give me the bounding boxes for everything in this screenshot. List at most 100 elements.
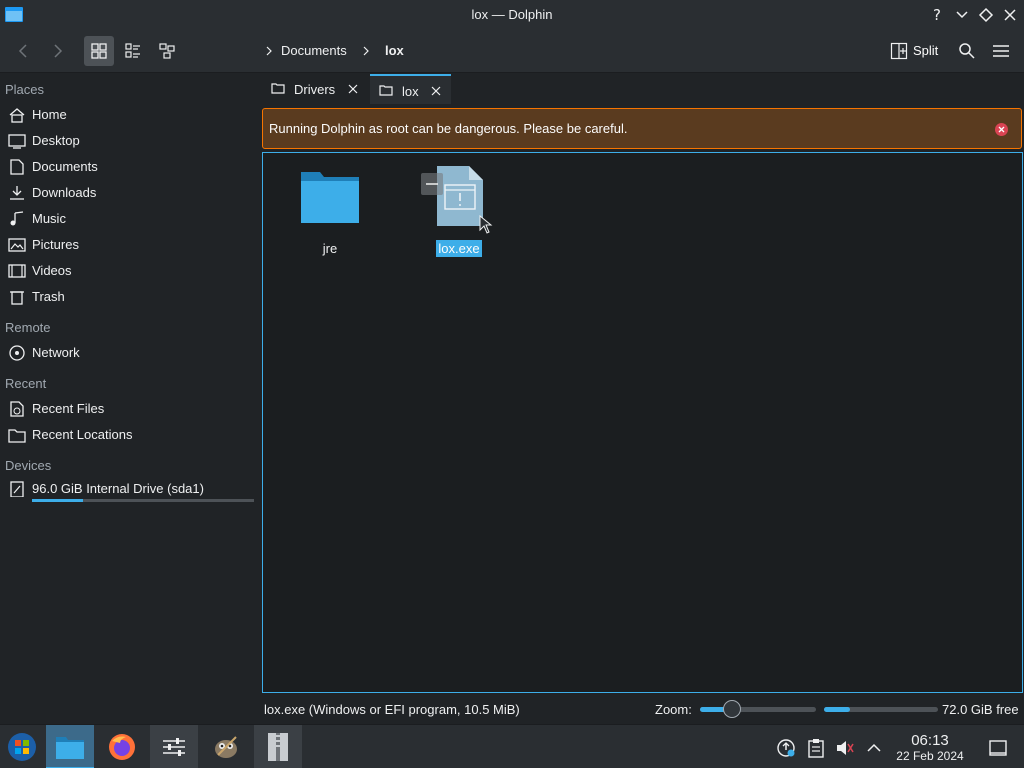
search-button[interactable] xyxy=(952,36,982,66)
pictures-icon xyxy=(8,238,26,252)
task-archiver[interactable] xyxy=(254,725,302,768)
sidebar-item-label: Network xyxy=(32,345,80,360)
root-warning-banner: Running Dolphin as root can be dangerous… xyxy=(262,108,1022,149)
menu-button[interactable] xyxy=(986,36,1016,66)
toolbar: Documents lox Split xyxy=(0,30,1024,73)
disk-space-bar[interactable] xyxy=(824,707,938,712)
start-menu-icon xyxy=(8,733,36,761)
drive-icon xyxy=(10,481,24,497)
search-icon xyxy=(959,43,975,59)
sidebar-item-label: Music xyxy=(32,211,66,226)
selection-info: lox.exe (Windows or EFI program, 10.5 Mi… xyxy=(264,702,520,717)
file-item-jre[interactable]: jre xyxy=(290,163,370,263)
compact-view-button[interactable] xyxy=(118,36,148,66)
sidebar-item-network[interactable]: Network xyxy=(0,340,258,366)
taskbar: 06:13 22 Feb 2024 xyxy=(0,724,1024,768)
gimp-icon xyxy=(215,736,237,758)
compact-view-icon xyxy=(125,43,140,58)
zoom-slider[interactable] xyxy=(700,707,816,712)
network-icon xyxy=(9,345,25,361)
volume-muted-icon[interactable] xyxy=(835,738,855,758)
sidebar-item-trash[interactable]: Trash xyxy=(0,284,258,310)
documents-icon xyxy=(10,159,24,175)
zoom-slider-handle[interactable] xyxy=(723,700,741,718)
sidebar-item-desktop[interactable]: Desktop xyxy=(0,128,258,154)
tab-label: Drivers xyxy=(294,82,336,97)
icons-view-button[interactable] xyxy=(84,36,114,66)
drive-usage-bar xyxy=(32,499,254,502)
status-bar: lox.exe (Windows or EFI program, 10.5 Mi… xyxy=(262,696,1024,724)
file-name: jre xyxy=(322,241,338,256)
maximize-icon[interactable] xyxy=(977,6,995,24)
file-item-lox-exe[interactable]: lox.exe xyxy=(419,163,499,263)
split-view-icon xyxy=(890,42,908,60)
section-places: Places xyxy=(5,82,45,97)
tab-drivers[interactable]: Drivers xyxy=(262,74,368,104)
breadcrumb-documents[interactable]: Documents xyxy=(281,43,347,58)
section-recent: Recent xyxy=(5,376,47,391)
sidebar-item-home[interactable]: Home xyxy=(0,102,258,128)
folder-icon xyxy=(271,83,285,94)
close-tab-icon[interactable] xyxy=(431,86,441,96)
help-icon[interactable]: ? xyxy=(928,6,946,24)
tab-bar: Drivers lox xyxy=(262,74,1024,104)
forward-button[interactable] xyxy=(43,36,73,66)
archive-icon xyxy=(268,733,288,761)
file-view[interactable]: jre lox.exe xyxy=(262,152,1023,693)
breadcrumb-current[interactable]: lox xyxy=(385,43,404,58)
zoom-label: Zoom: xyxy=(655,702,692,717)
split-label: Split xyxy=(913,43,939,58)
sidebar-item-label: Pictures xyxy=(32,237,79,252)
grid-view-icon xyxy=(91,43,107,59)
sidebar-item-videos[interactable]: Videos xyxy=(0,258,258,284)
back-button[interactable] xyxy=(8,36,38,66)
sidebar-item-recent-locations[interactable]: Recent Locations xyxy=(0,422,258,448)
svg-text:?: ? xyxy=(933,6,941,24)
dismiss-warning-icon[interactable] xyxy=(995,123,1008,136)
mouse-cursor-icon xyxy=(479,215,493,234)
section-remote: Remote xyxy=(5,320,51,335)
split-button[interactable]: Split xyxy=(886,36,946,66)
arrow-left-icon xyxy=(18,44,27,58)
sidebar-item-recent-files[interactable]: Recent Files xyxy=(0,396,258,422)
selection-toggle-icon[interactable] xyxy=(421,173,443,195)
task-dolphin[interactable] xyxy=(46,725,94,768)
sidebar-item-documents[interactable]: Documents xyxy=(0,154,258,180)
clipboard-icon[interactable] xyxy=(806,738,826,758)
close-icon[interactable] xyxy=(1001,6,1019,24)
tab-label: lox xyxy=(402,84,419,99)
sidebar-item-downloads[interactable]: Downloads xyxy=(0,180,258,206)
folder-icon xyxy=(301,172,359,223)
sidebar-item-label: Recent Files xyxy=(32,401,105,416)
chevron-right-icon xyxy=(363,46,369,56)
sidebar-item-label: Recent Locations xyxy=(32,427,133,442)
task-firefox[interactable] xyxy=(98,725,146,768)
update-notifier-icon[interactable] xyxy=(776,738,796,758)
dolphin-icon xyxy=(56,737,84,759)
details-view-button[interactable] xyxy=(152,36,182,66)
sidebar-item-pictures[interactable]: Pictures xyxy=(0,232,258,258)
title-bar: lox — Dolphin ? xyxy=(0,0,1024,30)
music-icon xyxy=(10,211,24,226)
sidebar-item-label: Downloads xyxy=(32,185,97,200)
chevron-up-icon[interactable] xyxy=(864,738,884,758)
task-settings[interactable] xyxy=(150,725,198,768)
clock-date[interactable]: 22 Feb 2024 xyxy=(888,749,972,763)
free-space-label: 72.0 GiB free xyxy=(942,702,1019,717)
minimize-icon[interactable] xyxy=(953,6,971,24)
start-menu-button[interactable] xyxy=(0,725,48,768)
close-tab-icon[interactable] xyxy=(348,84,358,94)
task-gimp[interactable] xyxy=(202,725,250,768)
show-desktop-icon[interactable] xyxy=(988,738,1008,758)
clock-time[interactable]: 06:13 xyxy=(900,732,960,749)
sidebar-item-music[interactable]: Music xyxy=(0,206,258,232)
file-name-selected: lox.exe xyxy=(419,240,499,257)
sidebar-item-label: 96.0 GiB Internal Drive (sda1) xyxy=(32,481,204,496)
recent-files-icon xyxy=(10,401,24,417)
sidebar-item-internal-drive[interactable]: 96.0 GiB Internal Drive (sda1) xyxy=(0,476,258,502)
window-title: lox — Dolphin xyxy=(471,7,553,22)
tab-lox[interactable]: lox xyxy=(370,74,451,104)
file-name-text: lox.exe xyxy=(436,240,482,257)
sidebar-item-label: Documents xyxy=(32,159,98,174)
sidebar-item-label: Home xyxy=(32,107,67,122)
